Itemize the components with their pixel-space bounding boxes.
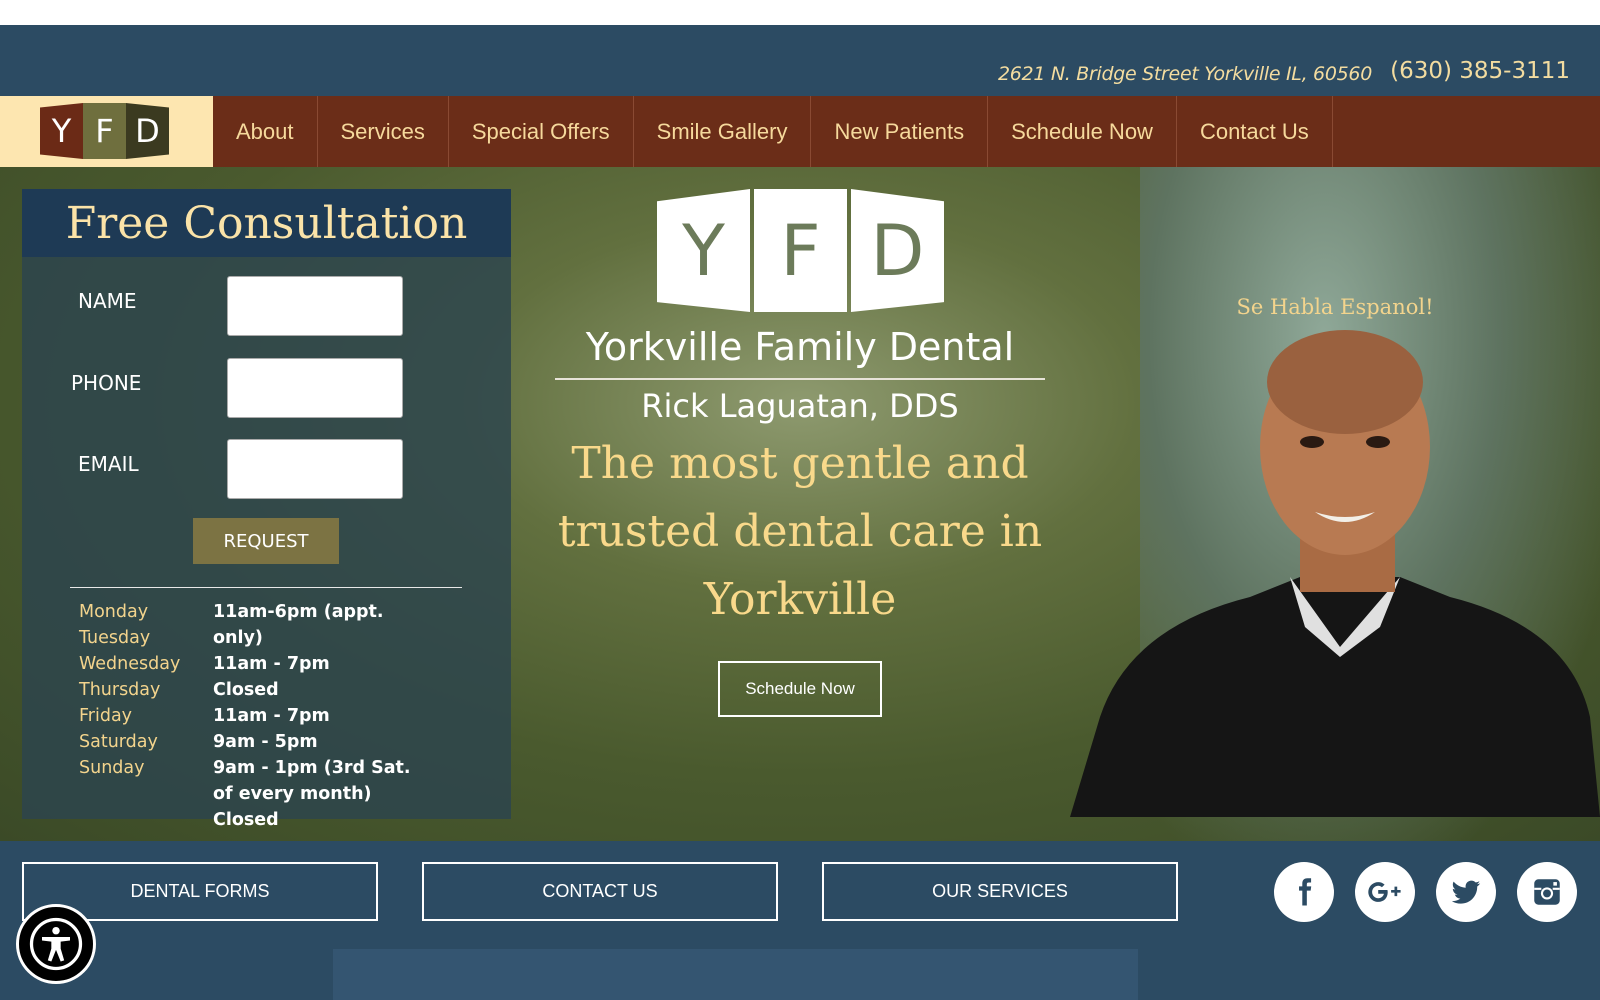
accessibility-icon[interactable]	[16, 904, 96, 984]
footer: DENTAL FORMS CONTACT US OUR SERVICES	[0, 841, 1600, 1000]
day-label: Tuesday	[79, 628, 151, 648]
nav-item-services[interactable]: Services	[318, 96, 449, 167]
address-text: 2621 N. Bridge Street Yorkville IL, 6056…	[997, 63, 1372, 85]
logo-tile-y: Y	[40, 103, 83, 159]
email-label: EMAIL	[78, 452, 139, 476]
day-label: Wednesday	[79, 654, 181, 674]
site-logo[interactable]: Y F D	[0, 96, 213, 167]
consultation-form: Free Consultation NAME PHONE EMAIL REQUE…	[22, 189, 511, 830]
twitter-icon[interactable]	[1436, 862, 1496, 922]
nav-item-special-offers[interactable]: Special Offers	[449, 96, 634, 167]
hours-times: 11am-6pm (appt. only) 11am - 7pm Closed …	[213, 599, 423, 833]
time-value: Closed	[213, 680, 279, 700]
top-white-strip	[0, 0, 1600, 25]
day-label: Friday	[79, 706, 133, 726]
phone-number[interactable]: (630) 385-3111	[1390, 58, 1570, 84]
name-input[interactable]	[227, 276, 403, 336]
hours-divider	[70, 587, 462, 588]
form-title: Free Consultation	[22, 189, 511, 257]
name-label: NAME	[78, 289, 137, 313]
time-value: 11am - 7pm	[213, 706, 330, 726]
instagram-icon[interactable]	[1517, 862, 1577, 922]
top-contact-bar: 2621 N. Bridge Street Yorkville IL, 6056…	[0, 25, 1600, 96]
footer-lower-panel	[333, 949, 1138, 1000]
brand-name: Yorkville Family Dental	[585, 325, 1015, 369]
phone-input[interactable]	[227, 358, 403, 418]
nav-item-contact-us[interactable]: Contact Us	[1177, 96, 1333, 167]
our-services-button[interactable]: OUR SERVICES	[822, 862, 1178, 921]
spanish-note: Se Habla Espanol!	[1236, 295, 1434, 319]
day-label: Monday	[79, 602, 149, 622]
nav-item-schedule-now[interactable]: Schedule Now	[988, 96, 1177, 167]
nav-item-smile-gallery[interactable]: Smile Gallery	[634, 96, 812, 167]
day-label: Saturday	[79, 732, 158, 752]
brand-tile-d: D	[851, 189, 944, 312]
hero-tagline: The most gentle and trusted dental care …	[557, 438, 1043, 625]
schedule-now-button[interactable]: Schedule Now	[718, 661, 882, 717]
hours-days: Monday Tuesday Wednesday Thursday Friday…	[79, 599, 209, 781]
doctor-name: Rick Laguatan, DDS	[641, 387, 959, 425]
main-navigation: Y F D About Services Special Offers Smil…	[0, 96, 1600, 167]
contact-us-button[interactable]: CONTACT US	[422, 862, 778, 921]
brand-tile-f: F	[754, 189, 847, 312]
brand-logo: Y F D	[657, 189, 948, 312]
logo-tile-d: D	[126, 103, 169, 159]
request-button[interactable]: REQUEST	[193, 518, 339, 564]
google-plus-icon[interactable]	[1355, 862, 1415, 922]
time-value: 11am-6pm (appt. only)	[213, 602, 384, 648]
time-value: 9am - 5pm	[213, 732, 318, 752]
nav-item-new-patients[interactable]: New Patients	[811, 96, 989, 167]
day-label: Sunday	[79, 758, 145, 778]
phone-label: PHONE	[71, 371, 142, 395]
brand-tile-y: Y	[657, 189, 750, 312]
hero-section: Free Consultation NAME PHONE EMAIL REQUE…	[0, 167, 1600, 841]
time-value: 11am - 7pm	[213, 654, 330, 674]
facebook-icon[interactable]	[1274, 862, 1334, 922]
logo-tile-f: F	[83, 103, 126, 159]
nav-item-about[interactable]: About	[213, 96, 318, 167]
email-input[interactable]	[227, 439, 403, 499]
day-label: Thursday	[79, 680, 161, 700]
doctor-photo	[1070, 330, 1600, 817]
time-value: Closed	[213, 810, 279, 830]
time-value: 9am - 1pm (3rd Sat. of every month)	[213, 758, 411, 804]
hero-center: Y F D Yorkville Family Dental Rick Lagua…	[545, 167, 1055, 841]
brand-divider	[555, 378, 1045, 380]
